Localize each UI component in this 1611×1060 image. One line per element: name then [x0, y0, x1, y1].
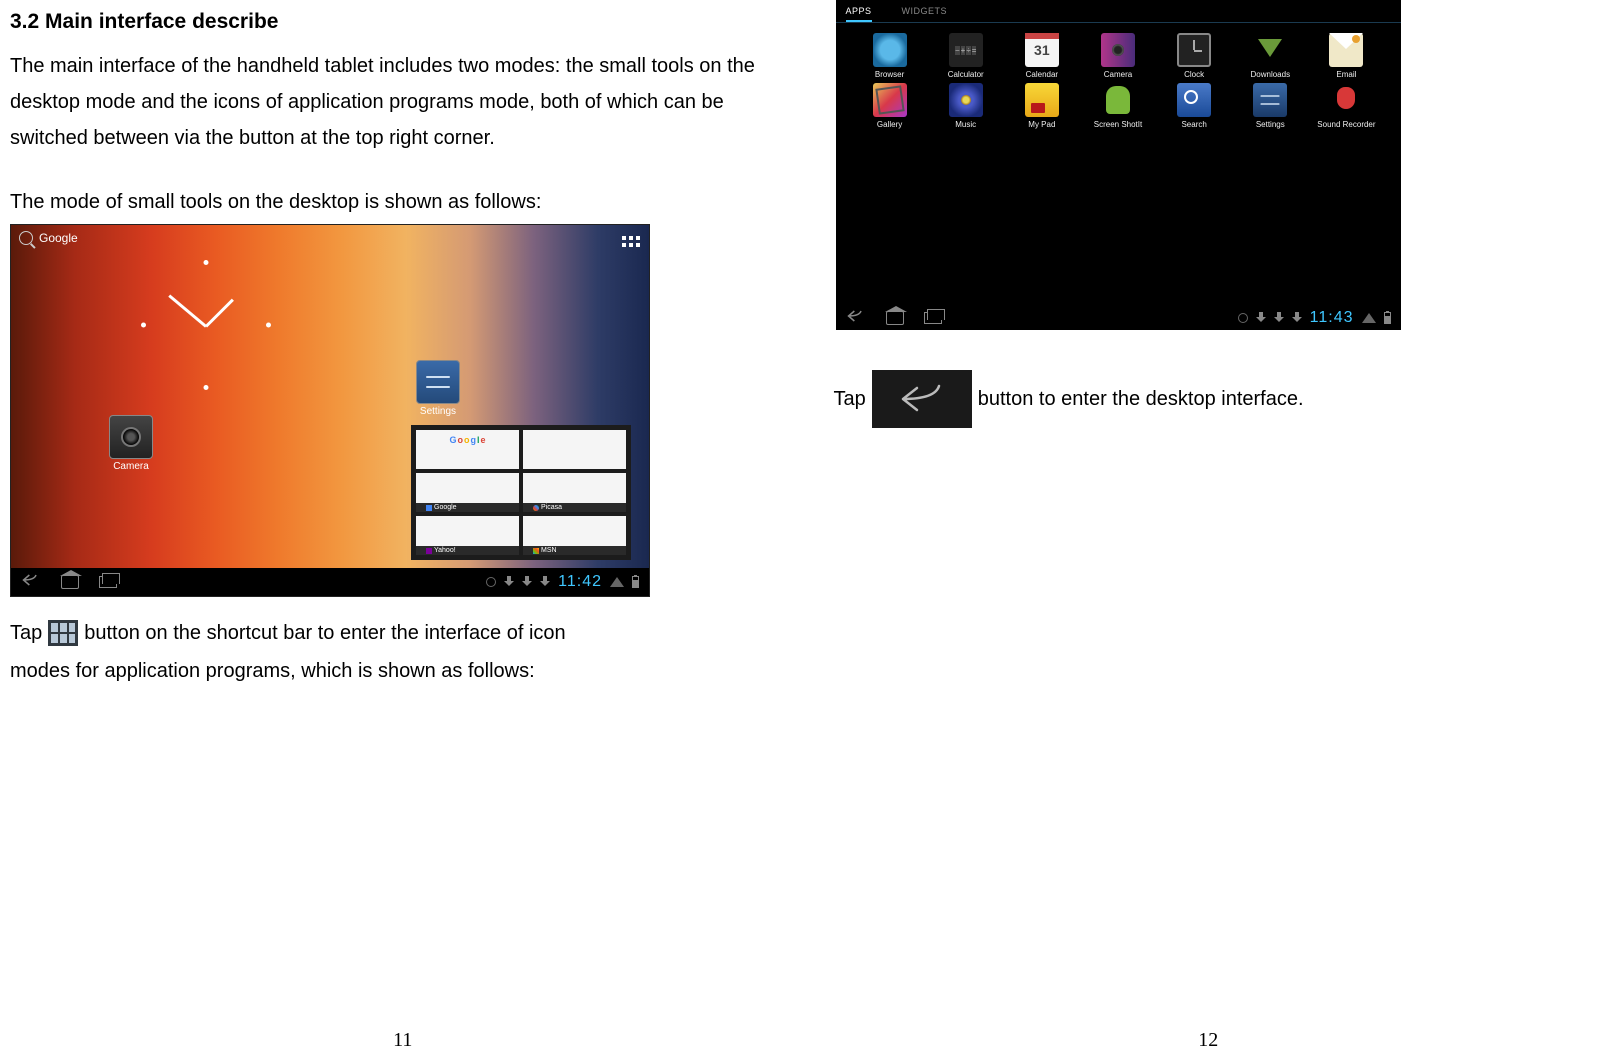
tap-back-instruction: Tap button to enter the desktop interfac…	[834, 370, 1602, 428]
app-mypad[interactable]: My Pad	[1006, 83, 1078, 129]
app-settings[interactable]: Settings	[1234, 83, 1306, 129]
battery-icon	[632, 576, 639, 588]
settings-icon	[1253, 83, 1287, 117]
camera-shortcut[interactable]: Camera	[109, 415, 153, 472]
search-label: Google	[39, 231, 78, 245]
bookmarks-widget[interactable]: Google Google Picasa Yahoo! MSN	[411, 425, 631, 560]
tab-underline	[836, 22, 1401, 23]
tap-apps-instruction-line2: modes for application programs, which is…	[10, 653, 778, 689]
downloads-icon	[1253, 33, 1287, 67]
tap-apps-instruction: Tap button on the shortcut bar to enter …	[10, 615, 778, 651]
app-gallery[interactable]: Gallery	[854, 83, 926, 129]
download-icon	[1274, 312, 1284, 324]
recent-apps-button[interactable]	[924, 312, 942, 324]
app-calculator[interactable]: −+÷=Calculator	[930, 33, 1002, 79]
section-heading: 3.2 Main interface describe	[10, 10, 778, 34]
home-button[interactable]	[886, 311, 904, 325]
page-left: 3.2 Main interface describe The main int…	[0, 0, 806, 1060]
browser-icon	[873, 33, 907, 67]
battery-icon	[1384, 312, 1391, 324]
app-camera[interactable]: Camera	[1082, 33, 1154, 79]
desktop-mode-caption: The mode of small tools on the desktop i…	[10, 184, 778, 220]
gallery-icon	[873, 83, 907, 117]
page-number: 12	[1198, 1029, 1218, 1052]
app-music[interactable]: Music	[930, 83, 1002, 129]
search-bar[interactable]: Google	[19, 231, 78, 245]
app-screenshot[interactable]: Screen ShotIt	[1082, 83, 1154, 129]
bookmark-thumb[interactable]: Google	[416, 430, 519, 469]
system-bar: 11:43	[836, 306, 1401, 330]
intro-paragraph: The main interface of the handheld table…	[10, 48, 778, 156]
settings-shortcut[interactable]: Settings	[416, 360, 460, 417]
calendar-icon	[1025, 33, 1059, 67]
back-button-icon	[872, 370, 972, 428]
back-button[interactable]	[21, 573, 41, 592]
email-icon	[1329, 33, 1363, 67]
page-right: APPS WIDGETS Browser −+÷=Calculator Cale…	[806, 0, 1611, 1060]
page-number: 11	[393, 1029, 412, 1052]
apps-grid-button[interactable]	[621, 231, 641, 251]
tab-apps[interactable]: APPS	[846, 6, 872, 22]
app-search[interactable]: Search	[1158, 83, 1230, 129]
download-icon	[1256, 312, 1266, 324]
wifi-icon	[1362, 313, 1376, 323]
apps-grid: Browser −+÷=Calculator Calendar Camera C…	[836, 33, 1401, 129]
app-downloads[interactable]: Downloads	[1234, 33, 1306, 79]
sound-recorder-icon	[1329, 83, 1363, 117]
screenshot-icon	[1101, 83, 1135, 117]
clock-time: 11:43	[1310, 309, 1354, 327]
screenshot-desktop-mode: Google Camera Settings Google Google	[10, 224, 650, 597]
app-browser[interactable]: Browser	[854, 33, 926, 79]
clock-time: 11:42	[558, 573, 602, 591]
music-icon	[949, 83, 983, 117]
download-icon	[540, 576, 550, 588]
back-button[interactable]	[846, 309, 866, 328]
bookmark-google[interactable]: Google	[416, 473, 519, 512]
settings-label: Settings	[416, 406, 460, 417]
download-icon	[1292, 312, 1302, 324]
download-icon	[504, 576, 514, 588]
apps-grid-icon	[48, 620, 78, 646]
status-indicator-icon	[486, 577, 496, 587]
wifi-icon	[610, 577, 624, 587]
bookmark-msn[interactable]: MSN	[523, 516, 626, 555]
status-indicator-icon	[1238, 313, 1248, 323]
tabs-row: APPS WIDGETS	[836, 0, 1401, 22]
search-icon	[1177, 83, 1211, 117]
app-sound-recorder[interactable]: Sound Recorder	[1310, 83, 1382, 129]
camera-icon	[1101, 33, 1135, 67]
bookmark-picasa[interactable]: Picasa	[523, 473, 626, 512]
search-icon	[19, 231, 33, 245]
mypad-icon	[1025, 83, 1059, 117]
camera-icon	[109, 415, 153, 459]
system-bar: 11:42	[11, 568, 649, 596]
analog-clock-widget[interactable]	[141, 260, 271, 390]
home-button[interactable]	[61, 575, 79, 589]
download-icon	[522, 576, 532, 588]
recent-apps-button[interactable]	[99, 576, 117, 588]
app-email[interactable]: Email	[1310, 33, 1382, 79]
settings-icon	[416, 360, 460, 404]
screenshot-apps-mode: APPS WIDGETS Browser −+÷=Calculator Cale…	[836, 0, 1401, 330]
app-clock[interactable]: Clock	[1158, 33, 1230, 79]
tab-widgets[interactable]: WIDGETS	[902, 6, 948, 22]
calculator-icon: −+÷=	[949, 33, 983, 67]
camera-label: Camera	[109, 461, 153, 472]
clock-icon	[1177, 33, 1211, 67]
app-calendar[interactable]: Calendar	[1006, 33, 1078, 79]
bookmark-thumb[interactable]	[523, 430, 626, 469]
bookmark-yahoo[interactable]: Yahoo!	[416, 516, 519, 555]
